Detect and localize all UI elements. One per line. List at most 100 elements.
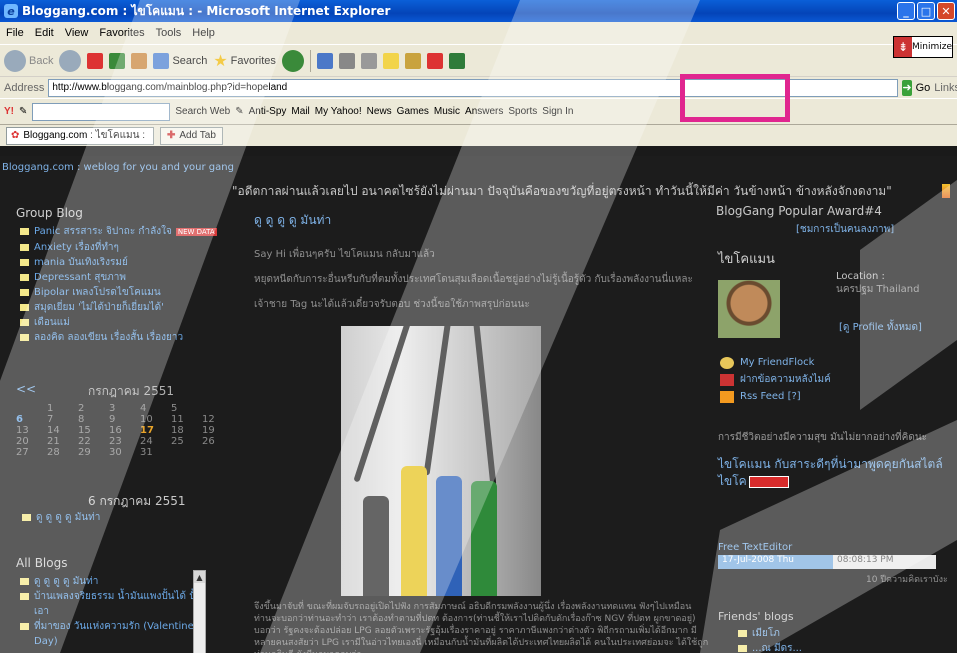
refresh-icon[interactable] (109, 52, 126, 69)
free-texteditor-link[interactable]: Free TextEditor (718, 542, 792, 553)
calendar-day[interactable]: 6 (16, 414, 47, 425)
calendar-entry-link[interactable]: ดู ดู ดู ดู มันท่า (18, 510, 100, 525)
yahoo-games-button[interactable]: Games (397, 106, 429, 117)
group-blog-item[interactable]: Bipolar เพลงโปรดไขโคแมน (16, 285, 221, 300)
all-blogs-item[interactable]: ที่มาของ วันแห่งความรัก (Valentine 's Da… (16, 619, 206, 649)
profile-link[interactable]: [ดู Profile ทั้งหมด] (839, 320, 922, 335)
calendar-day[interactable]: 3 (109, 403, 140, 414)
calendar-day[interactable]: 13 (16, 425, 47, 436)
calendar-day[interactable]: 31 (140, 447, 171, 458)
group-blog-item[interactable]: mania บันเทิงเริงรมย์ (16, 255, 221, 270)
yahoo-music-button[interactable]: Music (434, 106, 460, 117)
group-blog-item[interactable]: สมุดเยี่ยม 'ไม่ได้ป่ายก็เยี่ยมได้' (16, 300, 221, 315)
menu-help[interactable]: Help (192, 27, 215, 39)
calendar-day[interactable]: 15 (78, 425, 109, 436)
mail-icon[interactable] (316, 52, 333, 69)
group-blog-item[interactable]: Anxiety เรื่องที่ทำๆ (16, 240, 221, 255)
print-icon[interactable] (338, 52, 355, 69)
yahoo-pencil-icon[interactable]: ✎ (19, 106, 27, 117)
calendar-day[interactable]: 29 (78, 447, 109, 458)
menu-file[interactable]: File (6, 27, 24, 39)
scroll-up-icon[interactable]: ▲ (194, 571, 205, 583)
go-button[interactable]: Go (916, 82, 931, 94)
yahoo-sports-button[interactable]: Sports (508, 106, 537, 117)
leave-message-link[interactable]: ฝากข้อความหลังไมค์ (720, 371, 831, 388)
yahoo-mail-button[interactable]: Mail (291, 106, 309, 117)
avatar[interactable] (718, 280, 780, 338)
award-link[interactable]: [ชมการเป็นคนลงภาพ] (796, 222, 894, 237)
post-title[interactable]: ดู ดู ดู ดู มันท่า (254, 211, 694, 230)
menu-favorites[interactable]: Favorites (99, 27, 144, 39)
search-web-button[interactable]: Search Web (175, 106, 230, 117)
edit-icon[interactable] (360, 52, 377, 69)
yahoo-news-button[interactable]: News (367, 106, 392, 117)
calendar-day[interactable]: 5 (171, 403, 202, 414)
close-window-button[interactable]: ✕ (937, 2, 955, 20)
add-tab-button[interactable]: ✚ Add Tab (160, 126, 223, 145)
go-arrow-icon[interactable]: ➜ (902, 79, 912, 96)
calendar-day[interactable]: 11 (171, 414, 202, 425)
minimize-popup[interactable]: ⇟ Minimize (893, 36, 953, 58)
maximize-window-button[interactable]: □ (917, 2, 935, 20)
calendar-day[interactable]: 12 (202, 414, 233, 425)
calendar-day[interactable]: 7 (47, 414, 78, 425)
calendar-day[interactable]: 19 (202, 425, 233, 436)
group-blog-item[interactable]: เดือนแม่ (16, 315, 221, 330)
research-icon[interactable] (404, 52, 421, 69)
calendar-day[interactable]: 2 (78, 403, 109, 414)
back-button[interactable]: Back (4, 49, 53, 72)
yahoo-pencil2-icon[interactable]: ✎ (235, 106, 243, 117)
friend-blog-link[interactable]: เมียโภ (734, 626, 780, 641)
all-blogs-item[interactable]: บ้านเพลงจริยธรรม น้ำมันแพงปั้นได้ ปั้นเอ… (16, 589, 206, 619)
calendar-day[interactable]: 27 (16, 447, 47, 458)
forward-button[interactable] (59, 49, 82, 72)
calendar-day[interactable]: 26 (202, 436, 233, 447)
group-blog-item[interactable]: ลองคิด ลองเขียน เรื่องสั้น เรื่องยาว (16, 330, 221, 345)
calendar-day[interactable]: 30 (109, 447, 140, 458)
calendar-day[interactable]: 28 (47, 447, 78, 458)
all-blogs-scrollbar[interactable]: ▲ (193, 570, 206, 653)
home-icon[interactable] (131, 52, 148, 69)
all-blogs-item[interactable]: ดู ดู ดู ดู มันท่า (16, 574, 206, 589)
calendar-day[interactable]: 21 (47, 436, 78, 447)
yahoo-logo-icon[interactable]: Y! (4, 106, 14, 117)
calendar-day[interactable]: 20 (16, 436, 47, 447)
calendar-day[interactable]: 8 (78, 414, 109, 425)
calendar-day[interactable]: 9 (109, 414, 140, 425)
links-label[interactable]: Links (934, 82, 957, 94)
minimize-window-button[interactable]: _ (897, 2, 915, 20)
friendflock-link[interactable]: My FriendFlock (720, 354, 831, 371)
group-blog-item[interactable]: Depressant สุขภาพ (16, 270, 221, 285)
all-blogs-item[interactable]: ... (16, 649, 206, 653)
calendar-day[interactable]: 25 (171, 436, 202, 447)
menu-edit[interactable]: Edit (35, 27, 54, 39)
calendar-day[interactable]: 16 (109, 425, 140, 436)
calendar-day[interactable]: 22 (78, 436, 109, 447)
rss-link[interactable]: Rss Feed [?] (720, 388, 831, 405)
toolbar-addon2-icon[interactable] (448, 52, 465, 69)
calendar-day[interactable]: 17 (140, 425, 171, 436)
menu-tools[interactable]: Tools (156, 27, 182, 39)
yahoo-search-input[interactable] (32, 102, 171, 121)
calendar-day[interactable]: 24 (140, 436, 171, 447)
toolbar-addon-icon[interactable] (426, 52, 443, 69)
tab-active[interactable]: ✿ Bloggang.com : ไขโคแมน : (6, 126, 154, 145)
calendar-day[interactable]: 23 (109, 436, 140, 447)
calendar-prev-link[interactable]: << (16, 382, 36, 401)
my-yahoo-button[interactable]: My Yahoo! (315, 106, 362, 117)
antispy-button[interactable]: Anti-Spy (249, 106, 287, 117)
calendar-day[interactable]: 1 (47, 403, 78, 414)
calendar-day[interactable]: 4 (140, 403, 171, 414)
history-icon[interactable] (281, 49, 304, 72)
favorites-button[interactable]: ★ Favorites (213, 51, 276, 71)
group-blog-item[interactable]: Panic สรรสาระ จิปาถะ กำลังใจ NEW DATA (16, 224, 221, 240)
messenger-icon[interactable] (382, 52, 399, 69)
friend-blog-link[interactable]: ...ณ มีดร... (734, 641, 802, 653)
menu-view[interactable]: View (65, 27, 89, 39)
calendar-day[interactable]: 18 (171, 425, 202, 436)
calendar-day[interactable]: 10 (140, 414, 171, 425)
yahoo-answers-button[interactable]: Answers (465, 106, 503, 117)
yahoo-signin-button[interactable]: Sign In (542, 106, 573, 117)
calendar-day[interactable]: 14 (47, 425, 78, 436)
stop-icon[interactable] (87, 52, 104, 69)
